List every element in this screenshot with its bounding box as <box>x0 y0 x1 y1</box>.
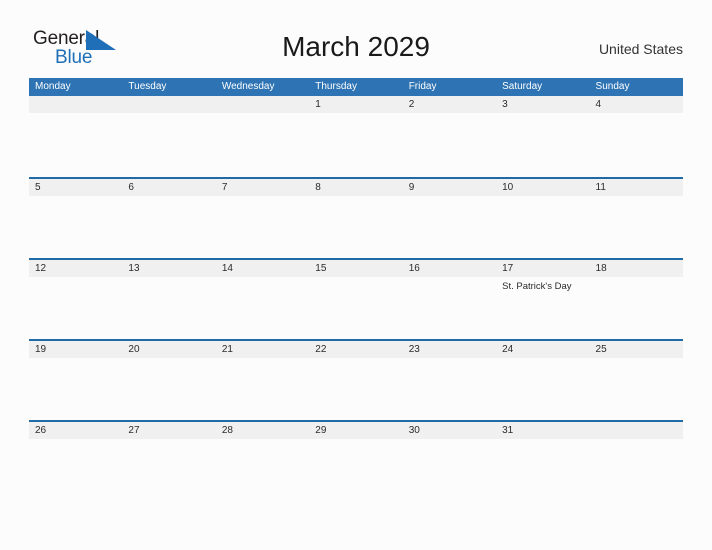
calendar-day-cell[interactable]: 17 St. Patrick's Day <box>496 260 589 341</box>
weekday-header-tuesday: Tuesday <box>128 81 167 92</box>
day-number: 24 <box>502 344 514 355</box>
week-day-cells: 1 2 3 4 <box>29 96 683 177</box>
day-number: 13 <box>128 263 140 274</box>
day-number: 23 <box>408 344 420 355</box>
calendar-day-cell[interactable]: 24 <box>496 341 589 422</box>
calendar-day-cell[interactable]: 9 <box>403 179 496 260</box>
calendar-day-cell-empty <box>122 96 215 177</box>
calendar-day-cell-empty <box>590 422 683 503</box>
calendar-week-row: 12 13 14 15 16 17 St. Patrick's Day 18 <box>29 258 683 339</box>
day-events: St. Patrick's Day <box>502 277 589 293</box>
day-number: 27 <box>128 425 140 436</box>
calendar-grid: Monday Tuesday Wednesday Thursday Friday… <box>29 78 683 501</box>
calendar-week-row: 5 6 7 8 9 10 11 <box>29 177 683 258</box>
day-number: 17 <box>502 263 514 274</box>
day-number: 1 <box>315 99 321 110</box>
calendar-day-cell[interactable]: 31 <box>496 422 589 503</box>
calendar-day-cell[interactable]: 29 <box>309 422 402 503</box>
day-number: 29 <box>315 425 327 436</box>
calendar-weeks: 1 2 3 4 5 6 7 8 9 10 11 12 13 14 15 16 17 St. Patrick's D… <box>29 96 683 501</box>
weekday-header-row: Monday Tuesday Wednesday Thursday Friday… <box>29 78 683 96</box>
calendar-day-cell[interactable]: 5 <box>29 179 122 260</box>
day-number: 28 <box>221 425 233 436</box>
day-number: 5 <box>35 182 41 193</box>
day-number: 22 <box>315 344 327 355</box>
day-number: 7 <box>221 182 228 193</box>
day-number: 9 <box>408 182 415 193</box>
day-number: 6 <box>128 182 134 193</box>
region-label: United States <box>598 41 683 57</box>
calendar-day-cell[interactable]: 28 <box>216 422 309 503</box>
calendar-day-cell-empty <box>29 96 122 177</box>
calendar-day-cell[interactable]: 30 <box>403 422 496 503</box>
calendar-day-cell[interactable]: 27 <box>122 422 215 503</box>
day-number: 19 <box>35 344 47 355</box>
day-number: 3 <box>502 99 508 110</box>
calendar-day-cell[interactable]: 4 <box>590 96 683 177</box>
page-header: General Blue March 2029 United States <box>0 0 712 76</box>
calendar-day-cell[interactable]: 8 <box>309 179 402 260</box>
calendar-week-row: 1 2 3 4 <box>29 96 683 177</box>
weekday-header-sunday: Sunday <box>595 81 630 92</box>
day-number: 15 <box>315 263 327 274</box>
day-number: 11 <box>595 182 606 193</box>
weekday-header-friday: Friday <box>408 81 437 92</box>
day-number: 20 <box>128 344 140 355</box>
week-day-cells: 19 20 21 22 23 24 25 <box>29 341 683 422</box>
calendar-week-row: 19 20 21 22 23 24 25 <box>29 339 683 420</box>
day-number: 4 <box>595 99 602 110</box>
calendar-day-cell[interactable]: 16 <box>403 260 496 341</box>
calendar-day-cell[interactable]: 10 <box>496 179 589 260</box>
calendar-day-cell[interactable]: 25 <box>590 341 683 422</box>
day-number: 31 <box>502 425 514 436</box>
calendar-day-cell[interactable]: 19 <box>29 341 122 422</box>
calendar-day-cell[interactable]: 11 <box>590 179 683 260</box>
day-number: 21 <box>221 344 233 355</box>
calendar-page: General Blue March 2029 United States Mo… <box>0 0 712 550</box>
day-number: 10 <box>502 182 514 193</box>
day-number: 12 <box>35 263 47 274</box>
calendar-day-cell[interactable]: 21 <box>216 341 309 422</box>
calendar-day-cell[interactable]: 23 <box>403 341 496 422</box>
calendar-day-cell[interactable]: 7 <box>216 179 309 260</box>
week-day-cells: 5 6 7 8 9 10 11 <box>29 179 683 260</box>
calendar-day-cell[interactable]: 26 <box>29 422 122 503</box>
calendar-day-cell[interactable]: 13 <box>122 260 215 341</box>
calendar-day-cell[interactable]: 20 <box>122 341 215 422</box>
weekday-header-wednesday: Wednesday <box>221 81 275 92</box>
weekday-header-saturday: Saturday <box>502 81 543 92</box>
day-number: 25 <box>595 344 607 355</box>
day-number: 30 <box>408 425 420 436</box>
week-day-cells: 12 13 14 15 16 17 St. Patrick's Day 18 <box>29 260 683 341</box>
calendar-day-cell[interactable]: 18 <box>590 260 683 341</box>
weekday-header-monday: Monday <box>35 81 71 92</box>
weekday-header-thursday: Thursday <box>315 81 357 92</box>
calendar-day-cell-empty <box>216 96 309 177</box>
week-day-cells: 26 27 28 29 30 31 <box>29 422 683 503</box>
day-number: 26 <box>35 425 47 436</box>
day-number: 18 <box>595 263 607 274</box>
day-number: 14 <box>221 263 233 274</box>
calendar-day-cell[interactable]: 14 <box>216 260 309 341</box>
day-number: 8 <box>315 182 321 193</box>
calendar-week-row: 26 27 28 29 30 31 <box>29 420 683 501</box>
day-number: 16 <box>408 263 420 274</box>
calendar-day-cell[interactable]: 6 <box>122 179 215 260</box>
day-event-label: St. Patrick's Day <box>502 281 572 292</box>
calendar-day-cell[interactable]: 3 <box>496 96 589 177</box>
calendar-day-cell[interactable]: 22 <box>309 341 402 422</box>
calendar-day-cell[interactable]: 2 <box>403 96 496 177</box>
calendar-day-cell[interactable]: 12 <box>29 260 122 341</box>
calendar-day-cell[interactable]: 1 <box>309 96 402 177</box>
calendar-day-cell[interactable]: 15 <box>309 260 402 341</box>
day-number: 2 <box>408 99 415 110</box>
